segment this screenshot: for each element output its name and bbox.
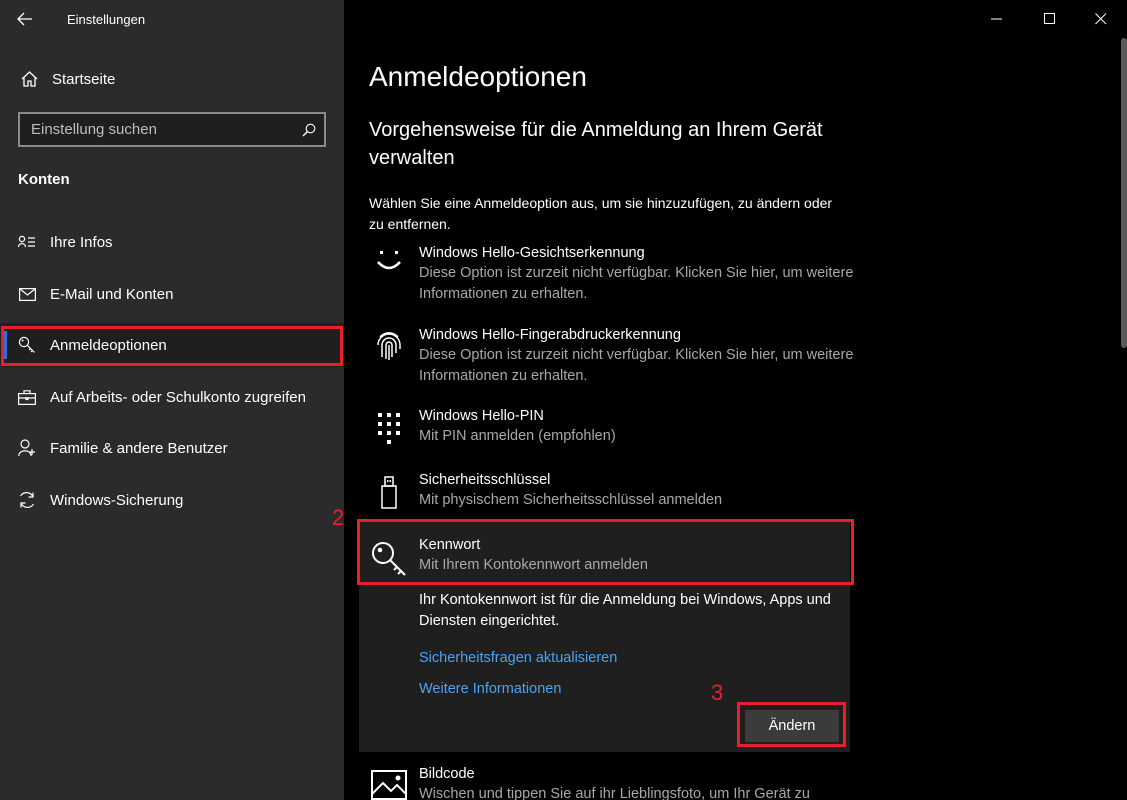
sidebar-item-home[interactable]: Startseite xyxy=(0,55,344,103)
option-subtitle: Mit PIN anmelden (empfohlen) xyxy=(419,428,616,444)
close-icon xyxy=(1095,13,1107,25)
sidebar-item-label: Ihre Infos xyxy=(50,233,113,251)
briefcase-icon xyxy=(0,389,50,405)
maximize-icon xyxy=(1044,13,1055,24)
sidebar-item-family[interactable]: Familie & andere Benutzer xyxy=(0,426,344,470)
option-pin[interactable]: Windows Hello-PIN Mit PIN anmelden (empf… xyxy=(359,406,854,447)
search-box xyxy=(18,112,326,147)
option-face-recognition[interactable]: Windows Hello-Gesichtserkennung Diese Op… xyxy=(359,243,854,305)
option-title: Sicherheitsschlüssel xyxy=(419,472,551,488)
scrollbar[interactable] xyxy=(1121,38,1127,348)
home-icon xyxy=(0,71,50,87)
page-subtitle: Vorgehensweise für die Anmeldung an Ihre… xyxy=(369,119,823,169)
sidebar-item-label: Windows-Sicherung xyxy=(50,491,184,509)
sidebar: Einstellungen Startseite Konten Ihre Inf… xyxy=(0,0,344,800)
highlight-box-3 xyxy=(737,702,846,747)
option-title: Windows Hello-PIN xyxy=(419,408,544,424)
option-picture-password[interactable]: Bildcode Wischen und tippen Sie auf ihr … xyxy=(359,764,854,800)
sidebar-item-email[interactable]: E-Mail und Konten xyxy=(0,272,344,316)
sidebar-item-label: E-Mail und Konten xyxy=(50,285,174,303)
annotation-number-3: 3 xyxy=(711,680,724,705)
maximize-button[interactable] xyxy=(1024,0,1076,38)
section-title: Konten xyxy=(18,171,70,188)
highlight-box-1 xyxy=(1,326,343,366)
option-title: Windows Hello-Gesichtserkennung xyxy=(419,245,645,261)
usb-key-icon xyxy=(359,470,419,511)
option-subtitle: Mit physischem Sicherheitsschlüssel anme… xyxy=(419,492,723,508)
option-title: Bildcode xyxy=(419,766,475,782)
back-button[interactable] xyxy=(0,0,50,38)
password-description: Ihr Kontokennwort ist für die Anmeldung … xyxy=(419,592,831,629)
person-add-icon xyxy=(0,439,50,457)
highlight-box-2 xyxy=(357,519,854,585)
smiley-face-icon xyxy=(359,243,419,305)
more-info-link[interactable]: Weitere Informationen xyxy=(419,681,561,697)
picture-icon xyxy=(359,764,419,800)
option-title: Windows Hello-Fingerabdruckerkennung xyxy=(419,327,681,343)
sidebar-item-your-info[interactable]: Ihre Infos xyxy=(0,220,344,264)
update-security-questions-link[interactable]: Sicherheitsfragen aktualisieren xyxy=(419,650,617,666)
back-arrow-icon xyxy=(17,12,32,26)
option-subtitle: Diese Option ist zurzeit nicht verfügbar… xyxy=(419,347,854,384)
minimize-icon xyxy=(991,18,1002,20)
contact-card-icon xyxy=(0,235,50,249)
annotation-number-2: 2 xyxy=(332,505,345,530)
title-bar: Einstellungen xyxy=(0,0,344,38)
close-button[interactable] xyxy=(1075,0,1127,38)
option-security-key[interactable]: Sicherheitsschlüssel Mit physischem Sich… xyxy=(359,470,854,511)
option-fingerprint[interactable]: Windows Hello-Fingerabdruckerkennung Die… xyxy=(359,325,854,387)
search-input[interactable] xyxy=(20,121,294,138)
option-subtitle: Wischen und tippen Sie auf ihr Lieblings… xyxy=(419,786,810,800)
sidebar-item-label: Familie & andere Benutzer xyxy=(50,439,228,457)
fingerprint-icon xyxy=(359,325,419,387)
sync-icon xyxy=(0,491,50,509)
sidebar-item-backup[interactable]: Windows-Sicherung xyxy=(0,478,344,522)
page-description: Wählen Sie eine Anmeldeoption aus, um si… xyxy=(369,195,833,232)
option-subtitle: Diese Option ist zurzeit nicht verfügbar… xyxy=(419,265,854,302)
mail-icon xyxy=(0,287,50,301)
sidebar-item-label: Startseite xyxy=(52,70,116,88)
sidebar-item-label: Auf Arbeits- oder Schulkonto zugreifen xyxy=(50,388,306,406)
main-content: Anmeldeoptionen Vorgehensweise für die A… xyxy=(344,0,1127,800)
page-title: Anmeldeoptionen xyxy=(369,61,587,92)
pin-keypad-icon xyxy=(359,406,419,447)
app-title: Einstellungen xyxy=(67,11,146,27)
sidebar-item-work-school[interactable]: Auf Arbeits- oder Schulkonto zugreifen xyxy=(0,375,344,419)
minimize-button[interactable] xyxy=(971,0,1023,38)
search-icon[interactable] xyxy=(294,123,324,137)
